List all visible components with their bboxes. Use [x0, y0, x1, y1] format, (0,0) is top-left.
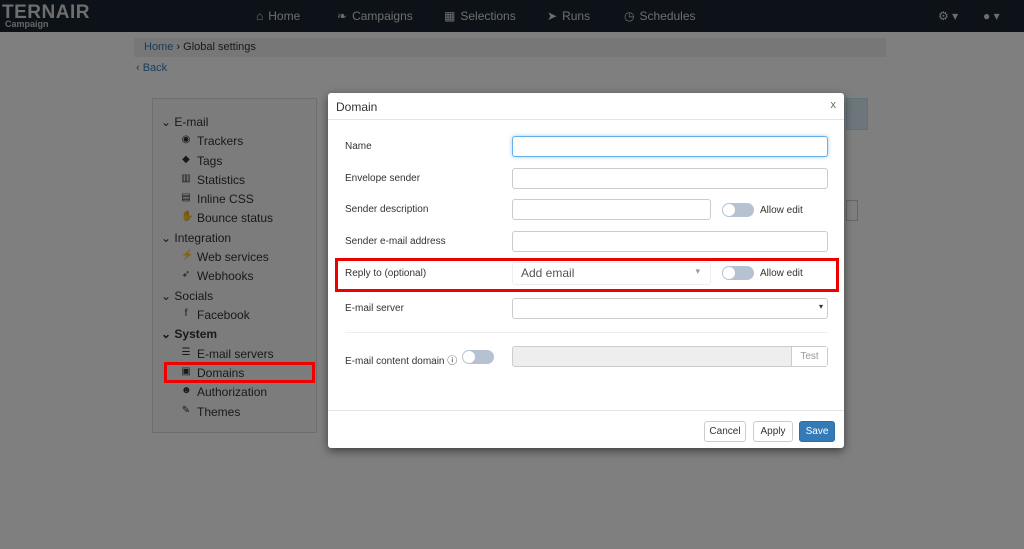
caret-down-icon: ▾ — [695, 266, 700, 276]
content-domain-text: E-mail content domain — [345, 356, 445, 367]
dialog-footer-divider — [328, 410, 844, 411]
content-domain-label: E-mail content domain ⓘ — [345, 352, 457, 367]
content-domain-input: Test — [512, 346, 828, 367]
envelope-sender-label: Envelope sender — [345, 173, 421, 184]
caret-down-icon: ▾ — [818, 302, 823, 311]
sender-description-input[interactable] — [512, 199, 711, 220]
reply-to-placeholder: Add email — [521, 266, 575, 280]
allow-edit-label: Allow edit — [760, 205, 803, 216]
domain-dialog: Domain x Name Envelope sender Sender des… — [328, 93, 844, 448]
name-input[interactable] — [512, 136, 828, 157]
sender-email-input[interactable] — [512, 231, 828, 252]
sender-description-label: Sender description — [345, 204, 429, 215]
apply-button[interactable]: Apply — [753, 421, 793, 442]
email-server-label: E-mail server — [345, 303, 404, 314]
email-server-select[interactable]: ▾ — [512, 298, 828, 319]
highlight-domains — [164, 362, 315, 383]
info-icon[interactable]: ⓘ — [447, 356, 457, 367]
test-button[interactable]: Test — [791, 347, 827, 366]
close-icon[interactable]: x — [831, 99, 837, 111]
sender-description-allow-edit-toggle[interactable] — [722, 203, 754, 217]
dialog-header: Domain x — [328, 93, 844, 120]
dialog-title: Domain — [336, 100, 378, 114]
name-label: Name — [345, 141, 372, 152]
reply-to-label: Reply to (optional) — [345, 268, 427, 279]
reply-to-allow-edit-toggle[interactable] — [722, 266, 754, 280]
cancel-button[interactable]: Cancel — [704, 421, 746, 442]
sender-email-label: Sender e-mail address — [345, 236, 446, 247]
save-button[interactable]: Save — [799, 421, 835, 442]
envelope-sender-input[interactable] — [512, 168, 828, 189]
content-domain-toggle[interactable] — [462, 350, 494, 364]
allow-edit-label: Allow edit — [760, 268, 803, 279]
divider — [345, 332, 828, 333]
reply-to-select[interactable]: Add email ▾ — [512, 262, 711, 285]
